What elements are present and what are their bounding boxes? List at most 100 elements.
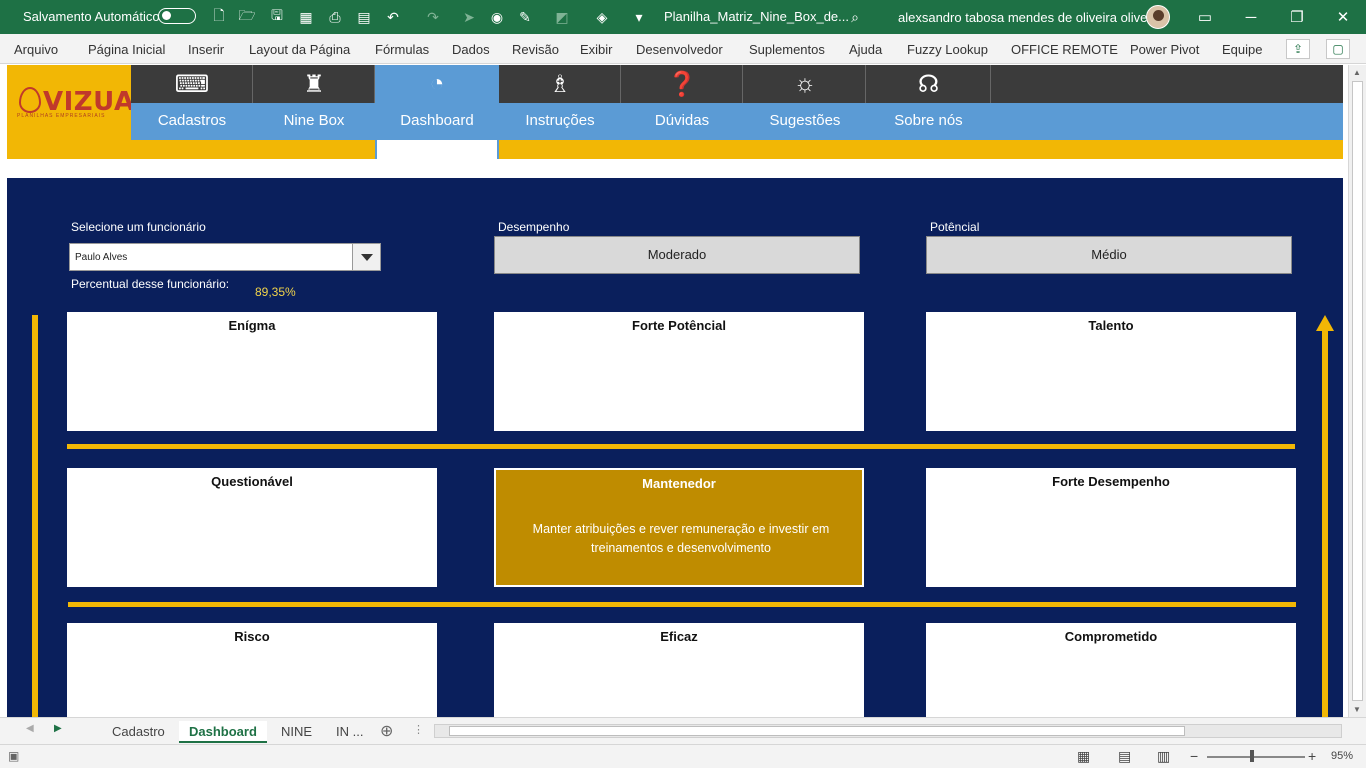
box-risco: Risco bbox=[67, 623, 437, 717]
typewriter-icon: ⌨ bbox=[174, 70, 210, 98]
prev-sheet-icon[interactable]: ◀ bbox=[26, 723, 34, 734]
scroll-up-icon[interactable]: ▲ bbox=[1353, 68, 1361, 77]
add-sheet-icon[interactable]: ⊕ bbox=[380, 721, 393, 741]
close-icon[interactable]: ✕ bbox=[1332, 6, 1354, 28]
split-handle-icon[interactable]: ⋮ bbox=[413, 723, 424, 736]
customize-qat-icon[interactable]: ▾ bbox=[630, 8, 648, 26]
tab-pagina-inicial[interactable]: Página Inicial bbox=[88, 42, 165, 57]
ribbon-display-icon[interactable]: ▭ bbox=[1194, 6, 1216, 28]
tab-inserir[interactable]: Inserir bbox=[188, 42, 224, 57]
performance-axis bbox=[32, 315, 38, 717]
pdf-icon[interactable]: ▤ bbox=[355, 8, 373, 26]
nav-sobre-nos[interactable]: ☊ Sobre nós bbox=[866, 65, 991, 140]
employee-select[interactable]: Paulo Alves bbox=[69, 243, 381, 271]
nav-instrucoes[interactable]: ♗ Instruções bbox=[499, 65, 621, 140]
zoom-out-icon[interactable]: − bbox=[1190, 748, 1198, 764]
nav-label: Sobre nós bbox=[894, 112, 963, 129]
sheet-tab-more[interactable]: IN ... bbox=[326, 721, 373, 743]
box-questionavel: Questionável bbox=[67, 468, 437, 587]
restore-icon[interactable]: ❐ bbox=[1286, 6, 1308, 28]
zoom-slider-thumb[interactable] bbox=[1250, 750, 1254, 762]
nav-label: Dashboard bbox=[400, 112, 474, 129]
desempenho-label: Desempenho bbox=[498, 220, 570, 234]
worksheet[interactable]: VIZUAL PLANILHAS EMPRESARIAIS ⌨ Cadastro… bbox=[0, 65, 1348, 717]
open-folder-icon[interactable]: 🗁 bbox=[238, 7, 256, 26]
zoom-level[interactable]: 95% bbox=[1331, 750, 1353, 762]
zoom-in-icon[interactable]: + bbox=[1308, 748, 1316, 764]
form-icon[interactable]: ✎ bbox=[516, 8, 534, 26]
vertical-scrollbar[interactable]: ▲ ▼ bbox=[1348, 65, 1366, 717]
presentation-icon: ♗ bbox=[549, 70, 571, 98]
next-sheet-icon[interactable]: ▶ bbox=[54, 723, 62, 734]
tab-fuzzy-lookup[interactable]: Fuzzy Lookup bbox=[907, 42, 988, 57]
box-comprometido: Comprometido bbox=[926, 623, 1296, 717]
active-tab-indicator bbox=[377, 140, 497, 159]
chevron-down-icon[interactable] bbox=[352, 244, 380, 270]
new-file-icon[interactable]: 🗋 bbox=[210, 7, 228, 26]
scroll-down-icon[interactable]: ▼ bbox=[1353, 705, 1361, 714]
horizontal-scrollbar[interactable] bbox=[434, 724, 1342, 738]
tab-equipe[interactable]: Equipe bbox=[1222, 42, 1262, 57]
shape-icon[interactable]: ◩ bbox=[553, 8, 571, 26]
print-icon[interactable]: ⎙ bbox=[326, 8, 344, 26]
sheet-tab-cadastro[interactable]: Cadastro bbox=[102, 721, 175, 743]
box-title: Forte Potêncial bbox=[632, 318, 726, 333]
avatar[interactable] bbox=[1146, 5, 1170, 29]
tab-office-remote[interactable]: OFFICE REMOTE bbox=[1011, 42, 1118, 57]
undo-icon[interactable]: ↶ bbox=[384, 8, 402, 26]
sheet-tab-dashboard[interactable]: Dashboard bbox=[179, 721, 267, 743]
scroll-thumb[interactable] bbox=[1352, 81, 1363, 701]
row-divider bbox=[68, 602, 1296, 607]
fill-color-icon[interactable]: ◈ bbox=[593, 8, 611, 26]
nav-label: Dúvidas bbox=[654, 112, 710, 129]
select-employee-label: Selecione um funcionário bbox=[71, 220, 206, 234]
macro-record-icon[interactable]: ▣ bbox=[8, 749, 19, 763]
nav-nine-box[interactable]: ♜ Nine Box bbox=[253, 65, 375, 140]
send-icon[interactable]: ➤ bbox=[460, 8, 478, 26]
page-layout-view-icon[interactable]: ▤ bbox=[1118, 748, 1131, 765]
sheet-tab-nine[interactable]: NINE bbox=[271, 721, 322, 743]
redo-icon[interactable]: ↷ bbox=[424, 8, 442, 26]
page-break-view-icon[interactable]: ▥ bbox=[1157, 748, 1170, 765]
tab-dados[interactable]: Dados bbox=[452, 42, 490, 57]
share-icon[interactable]: ⇪ bbox=[1286, 39, 1310, 59]
nav-divider bbox=[742, 65, 743, 103]
box-title: Mantenedor bbox=[642, 476, 716, 491]
box-description: Manter atribuições e rever remuneração e… bbox=[532, 522, 830, 555]
box-title: Forte Desempenho bbox=[1052, 474, 1170, 489]
tab-formulas[interactable]: Fórmulas bbox=[375, 42, 429, 57]
dashboard-panel: Selecione um funcionário Paulo Alves Per… bbox=[7, 178, 1343, 717]
chess-icon: ♜ bbox=[303, 70, 325, 98]
nav-cadastros[interactable]: ⌨ Cadastros bbox=[131, 65, 253, 140]
tab-layout[interactable]: Layout da Página bbox=[249, 42, 350, 57]
box-title: Eficaz bbox=[660, 629, 698, 644]
save-icon[interactable]: 🖫 bbox=[268, 7, 286, 26]
nav-label: Cadastros bbox=[157, 112, 227, 129]
comments-icon[interactable]: ▢ bbox=[1326, 39, 1350, 59]
question-person-icon: ❓ bbox=[667, 70, 697, 98]
box-forte-desempenho: Forte Desempenho bbox=[926, 468, 1296, 587]
tab-ajuda[interactable]: Ajuda bbox=[849, 42, 882, 57]
tab-suplementos[interactable]: Suplementos bbox=[749, 42, 825, 57]
autosave-toggle[interactable] bbox=[158, 8, 196, 24]
tab-arquivo[interactable]: Arquivo bbox=[14, 42, 58, 57]
box-title: Risco bbox=[234, 629, 270, 644]
scroll-thumb[interactable] bbox=[449, 726, 1185, 736]
nav-dashboard[interactable]: ◔ Dashboard bbox=[375, 65, 499, 159]
camera-icon[interactable]: ◉ bbox=[488, 8, 506, 26]
chart-icon[interactable]: ▦ bbox=[297, 8, 315, 26]
nav-label: Nine Box bbox=[283, 112, 345, 129]
minimize-icon[interactable]: ─ bbox=[1240, 6, 1262, 28]
nav-duvidas[interactable]: ❓ Dúvidas bbox=[621, 65, 743, 140]
document-title: Planilha_Matriz_Nine_Box_de... bbox=[664, 9, 849, 24]
potencial-value: Médio bbox=[926, 236, 1292, 274]
tab-desenvolvedor[interactable]: Desenvolvedor bbox=[636, 42, 723, 57]
nav-sugestoes[interactable]: ☼ Sugestões bbox=[744, 65, 866, 140]
tab-power-pivot[interactable]: Power Pivot bbox=[1130, 42, 1199, 57]
normal-view-icon[interactable]: ▦ bbox=[1077, 748, 1090, 765]
user-name[interactable]: alexsandro tabosa mendes de oliveira oli… bbox=[898, 10, 1162, 25]
tab-revisao[interactable]: Revisão bbox=[512, 42, 559, 57]
zoom-slider[interactable] bbox=[1207, 756, 1305, 758]
search-icon[interactable]: ⌕ bbox=[846, 8, 864, 26]
tab-exibir[interactable]: Exibir bbox=[580, 42, 613, 57]
